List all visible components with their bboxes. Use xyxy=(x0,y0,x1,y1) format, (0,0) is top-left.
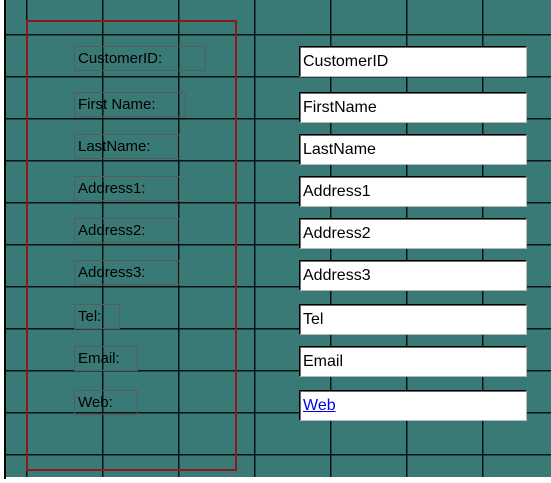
label-tel[interactable]: Tel: xyxy=(74,304,120,329)
label-customerid[interactable]: CustomerID: xyxy=(74,46,206,71)
field-first-name[interactable]: FirstName xyxy=(299,92,527,123)
field-address2[interactable]: Address2 xyxy=(299,218,527,249)
field-customerid[interactable]: CustomerID xyxy=(299,46,527,77)
label-last-name[interactable]: LastName: xyxy=(74,134,180,159)
label-web[interactable]: Web: xyxy=(74,390,138,415)
label-address3[interactable]: Address3: xyxy=(74,260,180,285)
label-first-name[interactable]: First Name: xyxy=(74,92,186,117)
label-address2[interactable]: Address2: xyxy=(74,218,180,243)
field-last-name[interactable]: LastName xyxy=(299,134,527,165)
label-address1[interactable]: Address1: xyxy=(74,176,180,201)
form-design-canvas[interactable]: CustomerID: CustomerID First Name: First… xyxy=(4,0,551,479)
field-web-link[interactable]: Web xyxy=(299,390,527,421)
field-address3[interactable]: Address3 xyxy=(299,260,527,291)
label-email[interactable]: Email: xyxy=(74,346,138,371)
field-address1[interactable]: Address1 xyxy=(299,176,527,207)
field-tel[interactable]: Tel xyxy=(299,304,527,335)
field-email[interactable]: Email xyxy=(299,346,527,377)
